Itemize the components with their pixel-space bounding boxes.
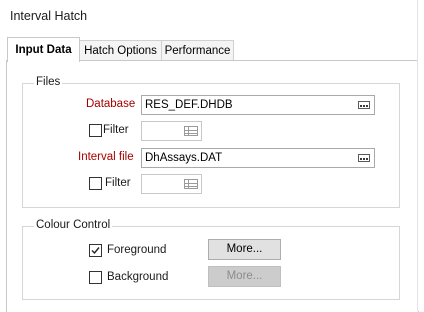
window-title: Interval Hatch — [10, 9, 88, 23]
checkmark-icon — [91, 247, 100, 255]
filter1-checkbox[interactable] — [89, 124, 102, 137]
interval-file-label: Interval file — [78, 151, 134, 163]
tab-hatch-options[interactable]: Hatch Options — [79, 40, 162, 61]
filter2-label: Filter — [105, 177, 131, 189]
database-value: RES_DEF.DHDB — [145, 99, 233, 111]
window-edge — [417, 0, 424, 311]
files-group-title: Files — [34, 76, 63, 88]
grid-icon[interactable] — [184, 126, 198, 136]
filter2-input[interactable] — [141, 174, 202, 194]
tab-performance[interactable]: Performance — [161, 40, 234, 61]
foreground-checkbox[interactable] — [89, 244, 102, 257]
grid-icon[interactable] — [184, 179, 198, 189]
background-label: Background — [107, 271, 169, 283]
colour-control-group: Colour Control Foreground More... Backgr… — [22, 219, 400, 300]
colour-control-title: Colour Control — [34, 219, 113, 231]
browse-icon[interactable] — [358, 154, 370, 162]
interval-file-input[interactable]: DhAssays.DAT — [141, 148, 375, 168]
foreground-label: Foreground — [107, 244, 167, 256]
background-checkbox[interactable] — [89, 271, 102, 284]
filter2-checkbox[interactable] — [89, 177, 102, 190]
foreground-more-button[interactable]: More... — [208, 239, 281, 260]
files-group: Files Database RES_DEF.DHDB Filter Inter… — [22, 76, 400, 208]
title-bar: Interval Hatch — [0, 0, 424, 36]
interval-file-value: DhAssays.DAT — [145, 152, 223, 164]
filter1-input[interactable] — [141, 121, 202, 141]
browse-icon[interactable] — [358, 101, 370, 109]
input-data-panel: Files Database RES_DEF.DHDB Filter Inter… — [6, 60, 419, 312]
filter1-label: Filter — [103, 124, 129, 136]
database-label: Database — [86, 98, 136, 110]
background-more-button[interactable]: More... — [208, 266, 281, 287]
tab-input-data[interactable]: Input Data — [7, 37, 80, 62]
database-input[interactable]: RES_DEF.DHDB — [141, 95, 375, 115]
